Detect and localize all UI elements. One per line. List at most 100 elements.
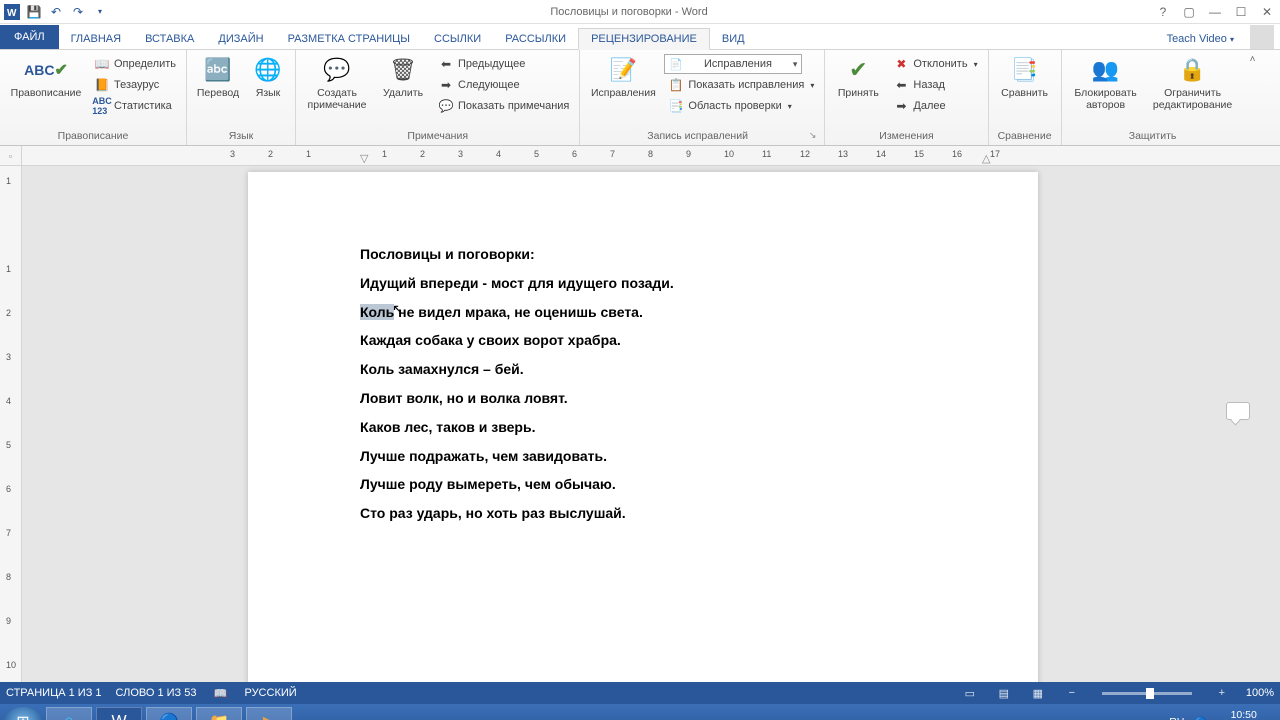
page[interactable]: Пословицы и поговорки: Идущий впереди - … — [248, 172, 1038, 682]
doc-line[interactable]: Коль замахнулся – бей. — [360, 361, 926, 378]
language-button[interactable]: 🌐 Язык — [247, 52, 289, 100]
doc-line[interactable]: Коль не видел мрака, не оценишь света. — [360, 304, 926, 321]
status-lang[interactable]: РУССКИЙ — [244, 687, 296, 699]
accept-button[interactable]: ✔ Принять — [831, 52, 885, 100]
reviewing-pane-button[interactable]: 📑Область проверки▾ — [664, 96, 818, 116]
spelling-button[interactable]: ABC✔ Правописание — [6, 52, 86, 100]
minimize-icon[interactable]: — — [1202, 0, 1228, 24]
collapse-ribbon-icon[interactable]: ˄ — [1244, 50, 1262, 145]
compare-button[interactable]: 📑 Сравнить — [995, 52, 1055, 100]
tab-layout[interactable]: РАЗМЕТКА СТРАНИЦЫ — [276, 29, 422, 49]
new-comment-button[interactable]: 💬 Создать примечание — [302, 52, 372, 111]
avatar[interactable] — [1250, 25, 1274, 49]
delete-comment-icon: 🗑 — [387, 54, 419, 86]
comment-balloon-icon[interactable] — [1226, 402, 1250, 420]
taskbar-explorer-icon[interactable]: 📁 — [196, 707, 242, 720]
undo-icon[interactable]: ↶ — [48, 4, 64, 20]
thesaurus-button[interactable]: 📙Тезаурус — [90, 75, 180, 95]
translate-icon: 🔤 — [202, 54, 234, 86]
tray-flag-icon[interactable]: 🔵 — [1194, 716, 1207, 720]
account-name[interactable]: Teach Video ▾ — [1157, 29, 1244, 49]
block-authors-button[interactable]: 👥 Блокировать авторов — [1068, 52, 1144, 111]
doc-line[interactable]: Каждая собака у своих ворот храбра. — [360, 332, 926, 349]
language-icon: 🌐 — [252, 54, 284, 86]
vertical-ruler[interactable]: 112345678910 — [0, 166, 22, 682]
translate-button[interactable]: 🔤 Перевод — [193, 52, 243, 100]
save-icon[interactable]: 💾 — [26, 4, 42, 20]
ribbon: ABC✔ Правописание 📖Определить 📙Тезаурус … — [0, 50, 1280, 146]
status-words[interactable]: СЛОВО 1 ИЗ 53 — [116, 687, 197, 699]
maximize-icon[interactable]: ☐ — [1228, 0, 1254, 24]
tab-mail[interactable]: РАССЫЛКИ — [493, 29, 578, 49]
doc-line[interactable]: Идущий впереди - мост для идущего позади… — [360, 275, 926, 292]
ribbon-opts-icon[interactable]: ▢ — [1176, 0, 1202, 24]
view-read-icon[interactable]: ▭ — [960, 685, 980, 701]
zoom-in-icon[interactable]: + — [1212, 685, 1232, 701]
help-icon[interactable]: ? — [1150, 0, 1176, 24]
prev-change-button[interactable]: ⬅Назад — [889, 75, 981, 95]
selected-text[interactable]: Коль — [360, 304, 394, 320]
group-changes: ✔ Принять ✖Отклонить▾ ⬅Назад ➡Далее Изме… — [825, 50, 988, 145]
show-markup-button[interactable]: 📋Показать исправления▾ — [664, 75, 818, 95]
taskbar-media-icon[interactable]: ▶ — [246, 707, 292, 720]
next-change-button[interactable]: ➡Далее — [889, 96, 981, 116]
doc-title[interactable]: Пословицы и поговорки: — [360, 246, 926, 263]
document-viewport[interactable]: Пословицы и поговорки: Идущий впереди - … — [22, 166, 1280, 682]
reviewing-pane-icon: 📑 — [668, 98, 684, 114]
redo-icon[interactable]: ↷ — [70, 4, 86, 20]
doc-line[interactable]: Лучше роду вымереть, чем обычаю. — [360, 476, 926, 493]
status-bar: СТРАНИЦА 1 ИЗ 1 СЛОВО 1 ИЗ 53 📖 РУССКИЙ … — [0, 682, 1280, 704]
taskbar-word-icon[interactable]: W — [96, 707, 142, 720]
tab-refs[interactable]: ССЫЛКИ — [422, 29, 493, 49]
taskbar-chrome-icon[interactable]: 🔵 — [146, 707, 192, 720]
doc-line[interactable]: Сто раз ударь, но хоть раз выслушай. — [360, 505, 926, 522]
start-button[interactable]: ⊞ — [4, 707, 42, 720]
group-label-language: Язык — [193, 130, 289, 143]
taskbar: ⊞ e W 🔵 📁 ▶ RU 🔵 10:5025.12.2014 — [0, 704, 1280, 720]
proofing-status-icon[interactable]: 📖 — [210, 685, 230, 701]
system-tray[interactable]: RU 🔵 10:5025.12.2014 — [1169, 710, 1276, 720]
zoom-slider[interactable] — [1102, 692, 1192, 695]
show-comments-button[interactable]: 💬Показать примечания — [434, 96, 573, 116]
view-print-icon[interactable]: ▤ — [994, 685, 1014, 701]
tab-view[interactable]: ВИД — [710, 29, 757, 49]
tray-clock[interactable]: 10:5025.12.2014 — [1217, 710, 1270, 720]
group-protect: 👥 Блокировать авторов 🔒 Ограничить редак… — [1062, 50, 1244, 145]
first-line-indent-icon[interactable]: ▽ — [360, 152, 368, 165]
group-proofing: ABC✔ Правописание 📖Определить 📙Тезаурус … — [0, 50, 187, 145]
view-web-icon[interactable]: ▦ — [1028, 685, 1048, 701]
tray-lang[interactable]: RU — [1169, 716, 1184, 720]
horizontal-ruler[interactable]: ▽ △ 3211234567891011121314151617 — [22, 146, 1280, 165]
tab-insert[interactable]: ВСТАВКА — [133, 29, 206, 49]
tab-design[interactable]: ДИЗАЙН — [206, 29, 275, 49]
taskbar-ie-icon[interactable]: e — [46, 707, 92, 720]
compare-icon: 📑 — [1009, 54, 1041, 86]
thesaurus-icon: 📙 — [94, 77, 110, 93]
track-changes-button[interactable]: 📝 Исправления — [586, 52, 660, 100]
define-button[interactable]: 📖Определить — [90, 54, 180, 74]
title-bar: W 💾 ↶ ↷ ▾ Пословицы и поговорки - Word ?… — [0, 0, 1280, 24]
status-page[interactable]: СТРАНИЦА 1 ИЗ 1 — [6, 687, 102, 699]
display-mode-combo[interactable]: 📄Исправления▾ — [664, 54, 802, 74]
group-tracking: 📝 Исправления 📄Исправления▾ 📋Показать ис… — [580, 50, 825, 145]
tracking-dialog-launcher[interactable]: ↘ — [809, 130, 819, 143]
tab-review[interactable]: РЕЦЕНЗИРОВАНИЕ — [578, 28, 710, 50]
tab-home[interactable]: ГЛАВНАЯ — [59, 29, 133, 49]
stats-button[interactable]: ABC123Статистика — [90, 96, 180, 116]
close-icon[interactable]: ✕ — [1254, 0, 1280, 24]
tab-file[interactable]: ФАЙЛ — [0, 25, 59, 49]
ruler-corner[interactable]: ▫ — [0, 146, 22, 165]
doc-line[interactable]: Каков лес, таков и зверь. — [360, 419, 926, 436]
zoom-value[interactable]: 100% — [1246, 687, 1274, 699]
delete-comment-button[interactable]: 🗑 Удалить — [376, 52, 430, 100]
svg-text:W: W — [7, 8, 17, 19]
prev-comment-button[interactable]: ⬅Предыдущее — [434, 54, 573, 74]
zoom-out-icon[interactable]: − — [1062, 685, 1082, 701]
restrict-editing-button[interactable]: 🔒 Ограничить редактирование — [1148, 52, 1238, 111]
group-label-compare: Сравнение — [995, 130, 1055, 143]
qat-more-icon[interactable]: ▾ — [92, 4, 108, 20]
doc-line[interactable]: Ловит волк, но и волка ловят. — [360, 390, 926, 407]
reject-button[interactable]: ✖Отклонить▾ — [889, 54, 981, 74]
next-comment-button[interactable]: ➡Следующее — [434, 75, 573, 95]
doc-line[interactable]: Лучше подражать, чем завидовать. — [360, 448, 926, 465]
